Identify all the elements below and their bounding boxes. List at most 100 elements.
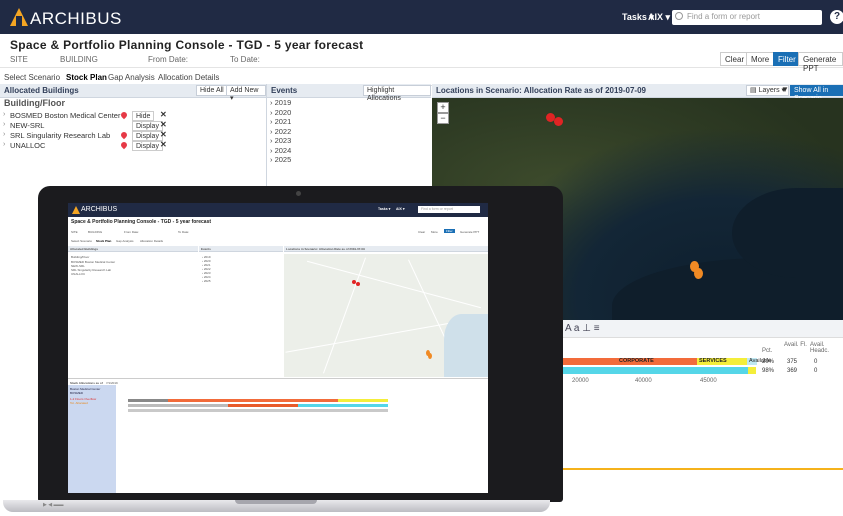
- mini-street-map[interactable]: [284, 254, 488, 377]
- mini-stack-bar: [128, 399, 168, 402]
- events-title: Events: [271, 86, 298, 95]
- expand-arrow-icon[interactable]: ›: [3, 131, 5, 138]
- value-cell: 0: [814, 368, 818, 374]
- mini-user-menu[interactable]: AIX ▾: [396, 207, 405, 211]
- mini-stack-bar: [338, 399, 388, 402]
- archibus-logo-icon: [72, 206, 80, 214]
- text-size-tools[interactable]: A a ⊥ ≡: [565, 323, 600, 334]
- mini-event-year[interactable]: › 2025: [202, 279, 211, 283]
- laptop-base: ▶ ◀ ▬▬: [3, 500, 550, 512]
- mini-search-input[interactable]: Find a form or report: [418, 206, 480, 213]
- filter-row: SITE BUILDING From Date: To Date:: [0, 52, 843, 68]
- site-field[interactable]: SITE: [10, 55, 28, 64]
- mini-tab-select-scenario[interactable]: Select Scenario: [71, 239, 92, 243]
- mini-logo-text: ARCHIBUS: [81, 206, 118, 213]
- location-marker[interactable]: [554, 117, 563, 126]
- clear-button[interactable]: Clear: [720, 52, 750, 66]
- zoom-in-button[interactable]: +: [437, 102, 449, 113]
- mini-building-row[interactable]: UNALLOC: [71, 272, 85, 276]
- axis-tick-label: 45000: [700, 378, 717, 384]
- mini-tab-stock-plan[interactable]: Stock Plan: [96, 239, 111, 243]
- highlight-allocations-button[interactable]: Highlight Allocations: [363, 85, 431, 102]
- value-cell: 369: [787, 368, 798, 374]
- event-year-item[interactable]: › 2021: [270, 117, 291, 127]
- more-button[interactable]: More: [746, 52, 775, 66]
- event-year-item[interactable]: › 2020: [270, 108, 291, 118]
- mini-location-marker[interactable]: [356, 282, 360, 286]
- tab-gap-analysis[interactable]: Gap Analysis: [108, 73, 155, 82]
- zoom-out-button[interactable]: −: [437, 113, 449, 124]
- show-all-in-scenario-button[interactable]: Show All in Scenario: [790, 85, 843, 102]
- mini-stack-bar: [228, 404, 298, 407]
- map-header: Locations in Scenario: Allocation Rate a…: [432, 84, 843, 102]
- value-cell: 98%: [762, 368, 775, 374]
- event-year-item[interactable]: › 2024: [270, 146, 291, 156]
- axis-tick-label: 40000: [635, 378, 652, 384]
- mini-stack-bar: [128, 409, 388, 412]
- laptop-base-label: ▶ ◀ ▬▬: [43, 502, 64, 508]
- remove-icon[interactable]: ✕: [160, 130, 167, 139]
- filter-button[interactable]: Filter: [773, 52, 801, 66]
- map-road: [322, 257, 367, 374]
- mini-stack-bar: [128, 404, 228, 407]
- tab-stock-plan[interactable]: Stock Plan: [66, 73, 107, 82]
- building-name: SRL Singularity Research Lab: [10, 131, 111, 140]
- stack-chart-panel: A a ⊥ ≡ Avail. Fl. Avail. Headc. Pct. CO…: [562, 320, 843, 470]
- tab-select-scenario[interactable]: Select Scenario: [4, 73, 60, 82]
- tab-allocation-details[interactable]: Allocation Details: [158, 73, 219, 82]
- display-building-button[interactable]: Display: [132, 141, 163, 151]
- mini-to-date: To Date:: [178, 230, 190, 234]
- remove-icon[interactable]: ✕: [160, 110, 167, 119]
- remove-icon[interactable]: ✕: [160, 140, 167, 149]
- accent-line: [562, 468, 843, 470]
- mini-tab-allocation-details[interactable]: Allocation Details: [140, 239, 163, 243]
- mini-top-nav: ARCHIBUS Tasks ▾ AIX ▾ Find a form or re…: [68, 203, 488, 217]
- expand-arrow-icon[interactable]: ›: [3, 121, 5, 128]
- hide-all-button[interactable]: Hide All: [196, 85, 228, 96]
- remove-icon[interactable]: ✕: [160, 120, 167, 129]
- stack-bar-segment: [748, 367, 756, 374]
- webcam-icon: [296, 191, 301, 196]
- building-row-unalloc[interactable]: › UNALLOC Display ✕: [0, 140, 266, 153]
- mini-clear-button[interactable]: Clear: [418, 230, 425, 234]
- col-header-pct: Pct.: [762, 348, 773, 354]
- global-search-input[interactable]: Find a form or report: [672, 10, 822, 25]
- stack-bar-segment-services: SERVICES: [697, 358, 747, 365]
- display-building-button[interactable]: Display: [132, 131, 163, 141]
- generate-ppt-button[interactable]: Generate PPT: [798, 52, 843, 73]
- expand-arrow-icon[interactable]: ›: [3, 141, 5, 148]
- axis-tick-label: 20000: [572, 378, 589, 384]
- location-marker[interactable]: [694, 268, 703, 279]
- filter-funnel-icon[interactable]: ▼: [781, 85, 789, 94]
- search-icon: [675, 12, 683, 20]
- display-building-button[interactable]: Display: [132, 121, 163, 131]
- building-name: UNALLOC: [10, 141, 46, 150]
- mini-map-title: Locations in Scenario: Allocation Rate a…: [286, 247, 365, 251]
- event-year-item[interactable]: › 2022: [270, 127, 291, 137]
- col-header-avail-headc: Avail. Headc.: [810, 342, 830, 354]
- value-cell: 375: [787, 359, 798, 365]
- building-name: BOSMED Boston Medical Center: [10, 111, 121, 120]
- event-year-item[interactable]: › 2019: [270, 98, 291, 108]
- user-menu[interactable]: AIX ▾: [648, 12, 670, 23]
- building-field[interactable]: BUILDING: [60, 55, 98, 64]
- mini-events-title: Events: [201, 247, 211, 251]
- top-nav-bar: ARCHIBUS Tasks ▾ AIX ▾ Find a form or re…: [0, 0, 843, 34]
- mini-location-marker[interactable]: [428, 353, 432, 359]
- expand-arrow-icon[interactable]: ›: [3, 111, 5, 118]
- add-new-button[interactable]: Add New ▾: [226, 85, 266, 102]
- mini-tasks-menu[interactable]: Tasks ▾: [378, 207, 390, 211]
- mini-from-date: From Date:: [124, 230, 140, 234]
- stack-bar-segment: [562, 358, 617, 365]
- mini-tab-gap-analysis[interactable]: Gap Analysis: [116, 239, 134, 243]
- event-year-item[interactable]: › 2023: [270, 136, 291, 146]
- mini-building-code: BOSMED: [70, 391, 84, 395]
- help-icon[interactable]: ?: [830, 10, 843, 24]
- mini-selected-building[interactable]: Boston Medical Center BOSMED 1-2 Floors …: [68, 385, 116, 493]
- mini-filter-button[interactable]: Filter: [444, 229, 455, 233]
- mini-stack-bar: [168, 399, 338, 402]
- mini-generate-ppt-button[interactable]: Generate PPT: [460, 230, 479, 234]
- hide-building-button[interactable]: Hide: [132, 111, 155, 121]
- mini-more-button[interactable]: More: [431, 230, 438, 234]
- event-year-item[interactable]: › 2025: [270, 155, 291, 165]
